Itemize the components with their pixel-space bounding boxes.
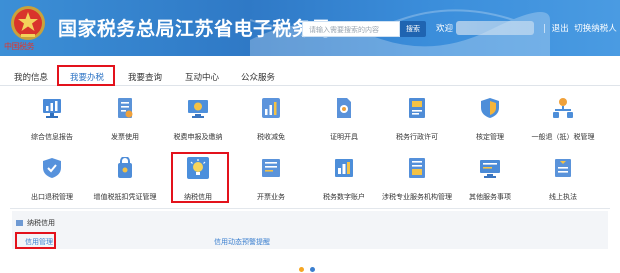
blurred-username [456,21,534,35]
tab-public-service[interactable]: 公众服务 [241,71,275,83]
carousel-dots [296,257,318,273]
tab-query[interactable]: 我要查询 [128,71,162,83]
tax-reduction-icon [262,98,280,118]
grid-divider [10,208,610,209]
search-input[interactable]: 请输入需要搜索的内容 [302,21,400,37]
emblem-caption: 中国税务 [4,42,35,51]
issue-invoice-icon [262,159,280,177]
tab-my-info[interactable]: 我的信息 [14,71,48,83]
annotation-box-tab [57,65,115,86]
vat-voucher-icon [118,156,132,178]
tile-certificate[interactable]: 证明开具 [309,97,379,142]
tile-label: 发票使用 [111,133,139,141]
tile-online-law[interactable]: 线上执法 [528,157,598,202]
service-grid-row-1: 综合信息报告 发票使用 税费申报及缴纳 税收减免 证明开具 税务行政许可 核定管… [0,97,620,157]
tile-label: 开票业务 [257,193,285,201]
tile-label: 税收减免 [257,133,285,141]
site-title: 国家税务总局江苏省电子税务局 [58,18,332,40]
tile-agency-manage[interactable]: 涉税专业服务机构管理 [382,157,452,202]
export-shield-icon [43,158,61,178]
tile-digital-account[interactable]: 税务数字账户 [309,157,379,202]
sub-menu-panel [12,211,608,249]
tile-verify-manage[interactable]: 核定管理 [455,97,525,142]
credit-warning-link[interactable]: 信用动态预警提醒 [214,237,270,247]
sub-panel-title: 纳税信用 [16,218,55,228]
tile-label: 其他服务事项 [469,193,511,201]
monitor-declare-icon [188,100,208,118]
tab-interaction[interactable]: 互动中心 [185,71,219,83]
certificate-icon [337,98,351,118]
tile-label: 税务行政许可 [396,133,438,141]
header-links: | 退出 切换纳税人 [543,24,617,34]
invoice-icon [118,98,133,118]
tile-invoice-use[interactable]: 发票使用 [90,97,160,142]
tile-export-refund[interactable]: 出口退税管理 [17,157,87,202]
tile-label: 出口退税管理 [31,193,73,201]
search-button[interactable]: 搜索 [400,21,426,37]
tile-label: 综合信息报告 [31,133,73,141]
tile-label: 证明开具 [330,133,358,141]
tile-label: 税费申报及缴纳 [173,133,223,141]
tile-label: 税务数字账户 [323,193,365,201]
site-header: 中国税务 国家税务总局江苏省电子税务局 请输入需要搜索的内容 搜索 欢迎 | 退… [0,0,620,56]
online-law-icon [555,159,571,177]
tile-label: 核定管理 [476,133,504,141]
carousel-dot[interactable] [310,267,315,272]
annotation-box-credit-manage [15,232,56,249]
tile-info-report[interactable]: 综合信息报告 [17,97,87,142]
tile-issue-invoice[interactable]: 开票业务 [236,157,306,202]
digital-account-icon [335,159,353,177]
carousel-dot-active[interactable] [299,267,304,272]
tile-label: 增值税抵扣凭证管理 [93,193,157,201]
switch-taxpayer-link[interactable]: 切换纳税人 [574,24,617,34]
tile-label: 线上执法 [549,193,577,201]
tile-label: 涉税专业服务机构管理 [382,193,452,201]
agency-doc-icon [409,158,425,178]
panel-marker-icon [16,220,23,226]
annotation-box-tax-credit [171,152,229,203]
tile-declare-pay[interactable]: 税费申报及缴纳 [163,97,233,142]
welcome-text: 欢迎 [436,24,454,34]
logout-link[interactable]: 退出 [552,24,569,34]
tile-vat-voucher[interactable]: 增值税抵扣凭证管理 [90,156,160,202]
shield-approve-icon [481,98,499,118]
tile-other-services[interactable]: 其他服务事项 [455,157,525,202]
tile-refund-manage[interactable]: 一般退（抵）税管理 [528,97,598,142]
refund-network-icon [553,98,573,118]
sub-panel-title-text: 纳税信用 [27,219,55,227]
tile-label: 一般退（抵）税管理 [531,133,595,141]
other-services-icon [480,160,500,178]
report-chart-icon [43,99,61,118]
tile-tax-reduction[interactable]: 税收减免 [236,97,306,142]
tile-admin-license[interactable]: 税务行政许可 [382,97,452,142]
admin-license-icon [409,98,425,118]
